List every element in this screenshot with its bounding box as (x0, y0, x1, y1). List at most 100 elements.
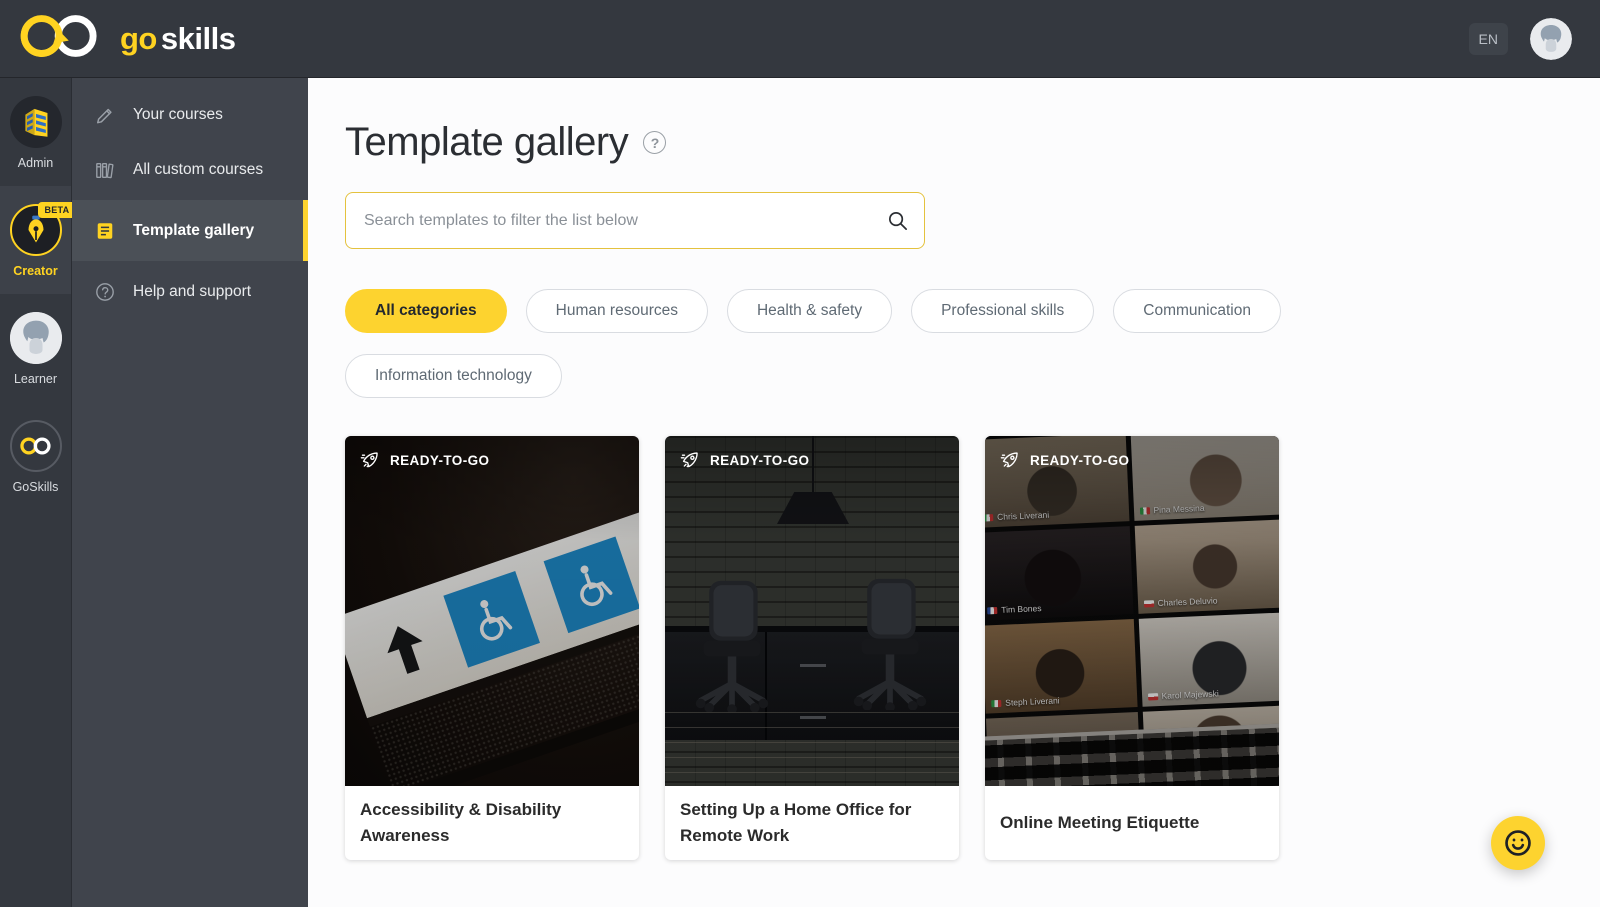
card-title: Online Meeting Etiquette (1000, 813, 1200, 832)
sidebar-item-label: Template gallery (133, 221, 255, 239)
video-tile: Karol Majewski (1138, 612, 1279, 707)
admin-icon (9, 96, 62, 148)
sidebar-item-all-custom-courses[interactable]: All custom courses (72, 142, 308, 197)
video-tile: Steph Liverani (985, 619, 1138, 714)
creator-sidebar: Your courses All custom courses Template… (72, 78, 308, 907)
participant-flag (1147, 692, 1158, 701)
category-pill-professional-skills[interactable]: Professional skills (911, 289, 1095, 333)
office-chair (695, 580, 769, 712)
smiley-icon (1505, 830, 1531, 856)
template-card-grid: READY-TO-GO Accessibility & Disability A… (345, 436, 1600, 860)
user-avatar[interactable] (1530, 17, 1572, 60)
sidebar-item-your-courses[interactable]: Your courses (72, 87, 308, 142)
document-icon (94, 221, 116, 241)
participant-name: Karol Majewski (1161, 688, 1219, 701)
category-pill-all-categories[interactable]: All categories (345, 289, 507, 333)
card-image-home-office: READY-TO-GO (665, 436, 959, 786)
rail-label-goskills: GoSkills (12, 480, 59, 494)
card-image-accessibility-sign: READY-TO-GO (345, 436, 639, 786)
category-filter-bar: All categories Human resources Health & … (345, 289, 1345, 398)
title-help-icon[interactable]: ? (643, 131, 667, 154)
sidebar-item-help-and-support[interactable]: Help and support (72, 264, 308, 319)
sidebar-item-label: Help and support (133, 282, 252, 300)
card-image-video-call: Chris Liverani Pina Messina Tim Bones Ch… (985, 436, 1279, 786)
participant-name: Tim Bones (1000, 603, 1042, 615)
card-footer: Online Meeting Etiquette (985, 786, 1279, 860)
participant-flag (991, 699, 1002, 707)
video-tile (985, 711, 1142, 786)
rail-item-goskills[interactable]: GoSkills (0, 402, 71, 510)
participant-name: Steph Liverani (1005, 695, 1060, 708)
video-tile: Pina Messina (1130, 436, 1279, 521)
template-card-accessibility[interactable]: READY-TO-GO Accessibility & Disability A… (345, 436, 639, 860)
ready-to-go-badge: READY-TO-GO (999, 449, 1129, 471)
goskills-infinity-icon (14, 10, 106, 67)
ready-to-go-label: READY-TO-GO (390, 452, 490, 468)
accessibility-sign-graphic (345, 500, 639, 786)
rail-label-creator: Creator (13, 264, 58, 278)
template-card-home-office[interactable]: READY-TO-GO Setting Up a Home Office for… (665, 436, 959, 860)
card-footer: Setting Up a Home Office for Remote Work (665, 786, 959, 860)
category-pill-communication[interactable]: Communication (1113, 289, 1281, 333)
video-tile: Charles Deluvio (1134, 519, 1279, 614)
rocket-icon (680, 452, 698, 468)
main-content: Template gallery ? All categories Human … (308, 78, 1600, 907)
ready-to-go-label: READY-TO-GO (710, 452, 810, 468)
page-title: Template gallery ? (345, 120, 1600, 165)
rail-label-learner: Learner (13, 372, 58, 386)
rail-item-creator[interactable]: BETA Creator (0, 186, 76, 294)
logo-wordmark: go skills (120, 20, 236, 57)
language-button[interactable]: EN (1468, 22, 1508, 55)
pendant-lamp (812, 436, 814, 494)
category-pill-human-resources[interactable]: Human resources (525, 289, 708, 333)
participant-flag (1139, 506, 1150, 515)
rail-item-learner[interactable]: Learner (0, 294, 71, 402)
laptop-screen: Chris Liverani Pina Messina Tim Bones Ch… (985, 436, 1279, 786)
participant-flag (985, 513, 994, 522)
library-icon (94, 160, 116, 180)
wheelchair-symbol (443, 570, 540, 668)
search-icon[interactable] (886, 209, 909, 237)
topbar-right: EN (1468, 17, 1572, 60)
card-footer: Accessibility & Disability Awareness (345, 786, 639, 860)
help-circle-icon (94, 282, 116, 302)
learner-icon (9, 312, 62, 364)
ready-to-go-badge: READY-TO-GO (359, 449, 489, 471)
rail-label-admin: Admin (17, 156, 54, 170)
pencil-icon (94, 105, 116, 125)
category-pill-information-technology[interactable]: Information technology (345, 354, 562, 398)
page-title-text: Template gallery (345, 120, 629, 164)
goskills-logo[interactable]: go skills (14, 10, 236, 67)
category-pill-health-safety[interactable]: Health & safety (726, 289, 893, 333)
sidebar-item-template-gallery[interactable]: Template gallery (72, 200, 308, 261)
office-chair (853, 578, 927, 710)
participant-name: Chris Liverani (996, 509, 1050, 522)
rocket-icon (1000, 452, 1018, 468)
participant-name: Charles Deluvio (1157, 595, 1218, 608)
beta-badge: BETA (38, 202, 76, 218)
search-input[interactable] (345, 192, 925, 249)
video-tile: Tim Bones (985, 526, 1134, 621)
participant-flag (1143, 599, 1154, 608)
goskills-app: go skills EN Admin BETA Creator Learner … (0, 0, 1600, 907)
rail-item-admin[interactable]: Admin (0, 78, 71, 186)
sidebar-item-label: Your courses (133, 105, 223, 123)
template-search (345, 192, 925, 249)
rocket-icon (360, 452, 378, 468)
video-tile (1142, 705, 1279, 786)
wood-floor (665, 712, 959, 786)
participant-name: Pina Messina (1153, 502, 1205, 516)
ready-to-go-badge: READY-TO-GO (679, 449, 809, 471)
card-title: Accessibility & Disability Awareness (360, 800, 562, 845)
feedback-chat-button[interactable] (1491, 816, 1545, 870)
wheelchair-symbol-partial (543, 536, 639, 634)
laptop-keyboard (985, 723, 1279, 786)
ready-to-go-label: READY-TO-GO (1030, 452, 1130, 468)
up-arrow-glyph (387, 626, 423, 674)
sidebar-item-label: All custom courses (133, 160, 264, 178)
logo-skills: skills (160, 20, 236, 56)
template-card-online-meeting[interactable]: Chris Liverani Pina Messina Tim Bones Ch… (985, 436, 1279, 860)
creator-icon: BETA (9, 202, 76, 256)
goskills-rail-icon (9, 420, 62, 472)
participant-flag (987, 606, 998, 614)
